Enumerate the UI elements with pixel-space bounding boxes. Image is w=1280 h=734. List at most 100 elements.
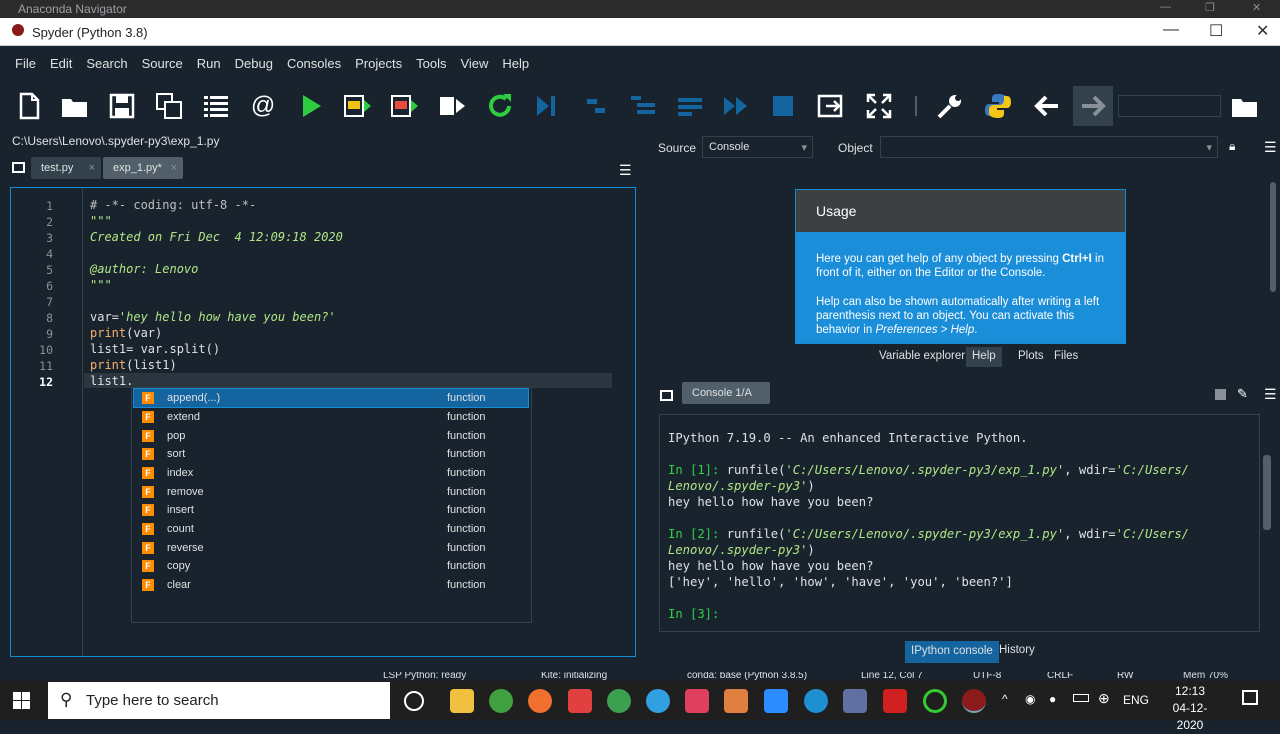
tab-files[interactable]: Files bbox=[1048, 347, 1084, 367]
run-selection-icon[interactable] bbox=[436, 90, 468, 122]
menu-projects[interactable]: Projects bbox=[348, 56, 409, 71]
menu-search[interactable]: Search bbox=[79, 56, 134, 71]
tray-icon[interactable]: ◉ bbox=[1025, 692, 1035, 706]
autocomplete-item[interactable]: Fsort function bbox=[134, 445, 528, 463]
tab-exp-1-py[interactable]: exp_1.py* × bbox=[103, 157, 183, 179]
tab-history[interactable]: History bbox=[993, 641, 1041, 661]
editor-options-icon[interactable]: ☰ bbox=[619, 162, 632, 179]
windows-start-icon[interactable] bbox=[13, 692, 30, 709]
app-icon-blue[interactable] bbox=[646, 689, 670, 713]
preferences-icon[interactable] bbox=[934, 90, 966, 122]
battery-icon[interactable] bbox=[1073, 694, 1089, 702]
tab-close-icon[interactable]: × bbox=[171, 162, 177, 174]
outer-minimize-button[interactable]: — bbox=[1160, 1, 1171, 13]
clear-console-icon[interactable]: ✎ bbox=[1237, 386, 1248, 402]
chrome-icon[interactable] bbox=[607, 689, 631, 713]
spyder-taskbar-icon[interactable] bbox=[962, 689, 986, 713]
menu-debug[interactable]: Debug bbox=[228, 56, 280, 71]
menu-consoles[interactable]: Consoles bbox=[280, 56, 348, 71]
app-icon-cube[interactable] bbox=[843, 689, 867, 713]
lock-icon[interactable]: 🔒︎ bbox=[1229, 139, 1235, 154]
anaconda-icon[interactable] bbox=[923, 689, 947, 713]
debug-step-into-icon[interactable] bbox=[627, 90, 659, 122]
menu-edit[interactable]: Edit bbox=[43, 56, 79, 71]
autocomplete-item[interactable]: Fappend(...) function bbox=[133, 388, 529, 408]
debug-continue-icon[interactable] bbox=[720, 90, 752, 122]
menu-source[interactable]: Source bbox=[135, 56, 190, 71]
menu-file[interactable]: File bbox=[8, 56, 43, 71]
maximize-pane-icon[interactable] bbox=[815, 90, 847, 122]
tab-ipython-console[interactable]: IPython console bbox=[905, 641, 999, 663]
tab-help[interactable]: Help bbox=[966, 347, 1002, 367]
minimize-button[interactable]: — bbox=[1163, 21, 1179, 39]
run-cell-icon[interactable] bbox=[341, 90, 373, 122]
file-switcher-icon[interactable] bbox=[200, 90, 232, 122]
new-file-icon[interactable] bbox=[13, 90, 45, 122]
network-icon[interactable]: ⊕ bbox=[1098, 690, 1110, 707]
help-scrollbar[interactable] bbox=[1268, 172, 1278, 342]
acrobat-icon[interactable] bbox=[883, 689, 907, 713]
stop-console-icon[interactable] bbox=[1215, 389, 1226, 400]
rerun-icon[interactable] bbox=[484, 90, 516, 122]
outer-close-button[interactable]: ✕ bbox=[1252, 1, 1261, 14]
maximize-button[interactable]: ☐ bbox=[1209, 21, 1223, 41]
tab-plots[interactable]: Plots bbox=[1012, 347, 1050, 367]
notification-icon[interactable] bbox=[1242, 690, 1258, 705]
console-scrollbar-thumb[interactable] bbox=[1263, 455, 1271, 530]
run-icon[interactable] bbox=[295, 90, 327, 122]
app-icon-orange[interactable] bbox=[528, 689, 552, 713]
autocomplete-item[interactable]: Fcount function bbox=[134, 520, 528, 538]
autocomplete-item[interactable]: Fpop function bbox=[134, 427, 528, 445]
browse-folder-icon[interactable] bbox=[1229, 90, 1261, 122]
tab-test-py[interactable]: test.py × bbox=[31, 157, 101, 179]
autocomplete-item[interactable]: Freverse function bbox=[134, 539, 528, 557]
tab-console-1a[interactable]: Console 1/A bbox=[682, 382, 770, 404]
autocomplete-item[interactable]: Fextend function bbox=[134, 408, 528, 426]
autocomplete-item[interactable]: Fremove function bbox=[134, 483, 528, 501]
outer-maximize-button[interactable]: ❐ bbox=[1205, 1, 1215, 14]
debug-icon[interactable] bbox=[530, 90, 562, 122]
close-button[interactable]: ✕ bbox=[1256, 21, 1269, 41]
taskbar-search[interactable]: ⚲ Type here to search bbox=[48, 682, 390, 719]
tab-close-icon[interactable]: × bbox=[89, 162, 95, 174]
console-options-icon[interactable]: ☰ bbox=[1264, 386, 1277, 403]
menu-help[interactable]: Help bbox=[495, 56, 536, 71]
python-path-icon[interactable] bbox=[982, 90, 1014, 122]
help-options-icon[interactable]: ☰ bbox=[1264, 139, 1277, 156]
menu-run[interactable]: Run bbox=[190, 56, 228, 71]
zoom-icon[interactable] bbox=[764, 689, 788, 713]
save-all-icon[interactable] bbox=[153, 90, 185, 122]
file-explorer-icon[interactable] bbox=[450, 689, 474, 713]
autocomplete-item[interactable]: Findex function bbox=[134, 464, 528, 482]
open-file-icon[interactable] bbox=[59, 90, 91, 122]
language-indicator[interactable]: ENG bbox=[1123, 693, 1149, 707]
browse-console-tabs-icon[interactable] bbox=[660, 390, 673, 401]
autocomplete-item[interactable]: Finsert function bbox=[134, 501, 528, 519]
app-icon-amber[interactable] bbox=[724, 689, 748, 713]
source-combo[interactable]: Console ▾ bbox=[702, 136, 813, 158]
menu-view[interactable]: View bbox=[453, 56, 495, 71]
app-icon-pink[interactable] bbox=[685, 689, 709, 713]
back-arrow-icon[interactable] bbox=[1031, 90, 1063, 122]
tray-icon[interactable]: ● bbox=[1049, 692, 1056, 706]
working-directory-combo[interactable] bbox=[1118, 95, 1221, 117]
tray-chevron-icon[interactable]: ^ bbox=[1002, 692, 1008, 706]
edge-icon[interactable] bbox=[804, 689, 828, 713]
app-icon-green[interactable] bbox=[489, 689, 513, 713]
debug-step-icon[interactable] bbox=[580, 90, 612, 122]
debug-step-return-icon[interactable] bbox=[674, 90, 706, 122]
autocomplete-item[interactable]: Fclear function bbox=[134, 576, 528, 594]
menu-tools[interactable]: Tools bbox=[409, 56, 453, 71]
tab-variable-explorer[interactable]: Variable explorer bbox=[873, 347, 971, 367]
clock[interactable]: 12:13 04-12-2020 bbox=[1160, 683, 1220, 734]
at-icon[interactable]: @ bbox=[247, 90, 279, 122]
task-view-icon[interactable] bbox=[404, 691, 424, 711]
fullscreen-icon[interactable] bbox=[863, 90, 895, 122]
run-cell-advance-icon[interactable] bbox=[388, 90, 420, 122]
autocomplete-item[interactable]: Fcopy function bbox=[134, 557, 528, 575]
save-icon[interactable] bbox=[106, 90, 138, 122]
ipython-console[interactable]: IPython 7.19.0 -- An enhanced Interactiv… bbox=[659, 414, 1271, 632]
forward-arrow-icon[interactable] bbox=[1073, 86, 1113, 126]
browse-tabs-icon[interactable] bbox=[12, 162, 25, 173]
debug-stop-icon[interactable] bbox=[767, 90, 799, 122]
